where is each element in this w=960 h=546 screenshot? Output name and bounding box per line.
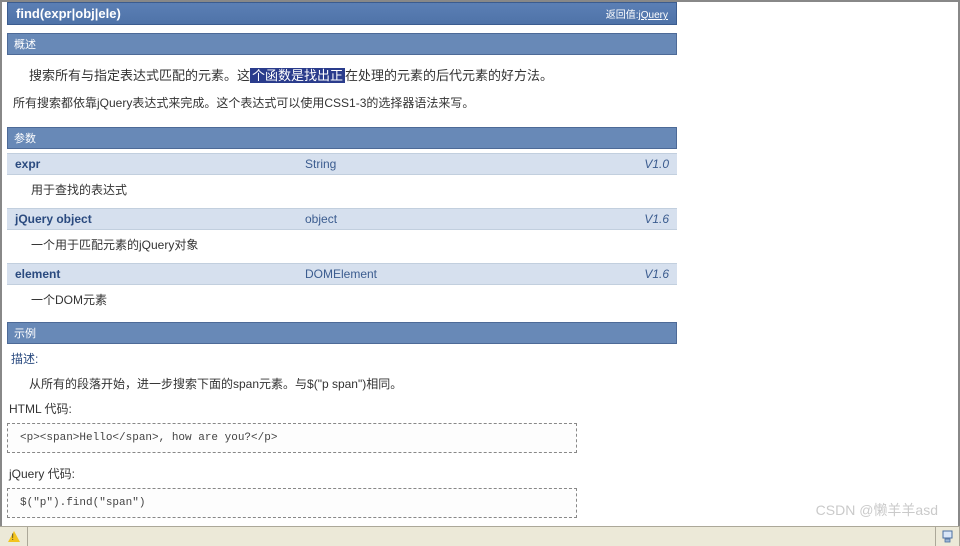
status-bar [0,526,960,546]
jquery-code-block: $("p").find("span") [7,488,577,518]
return-type-link[interactable]: jQuery [639,10,668,21]
param-name: expr [15,157,305,171]
computer-icon [942,530,953,543]
param-version: V1.6 [619,212,669,226]
section-example: 示例 [7,322,677,344]
jquery-code-label: jQuery 代码: [7,461,677,486]
status-security-icon[interactable] [936,527,960,546]
api-title-bar: find(expr|obj|ele) 返回值:jQuery [7,2,677,25]
param-desc: 用于查找的表达式 [7,175,677,204]
param-name: jQuery object [15,212,305,226]
doc-content: find(expr|obj|ele) 返回值:jQuery 概述 搜索所有与指定… [2,2,682,526]
param-type: object [305,212,619,226]
highlighted-text: 个函数是找出正 [250,68,345,83]
param-version: V1.0 [619,157,669,171]
api-signature: find(expr|obj|ele) [16,6,121,21]
param-type: String [305,157,619,171]
param-name: element [15,267,305,281]
overview-main: 搜索所有与指定表达式匹配的元素。这个函数是找出正在处理的元素的后代元素的好方法。 [7,55,677,90]
browser-viewport: find(expr|obj|ele) 返回值:jQuery 概述 搜索所有与指定… [0,0,960,526]
section-overview: 概述 [7,33,677,55]
param-row: element DOMElement V1.6 [7,263,677,285]
param-version: V1.6 [619,267,669,281]
param-type: DOMElement [305,267,619,281]
param-row: jQuery object object V1.6 [7,208,677,230]
status-warning-icon[interactable] [0,527,28,546]
html-code-label: HTML 代码: [7,396,677,421]
example-desc-text: 从所有的段落开始，进一步搜索下面的span元素。与$("p span")相同。 [7,369,677,396]
param-desc: 一个DOM元素 [7,285,677,314]
example-desc-label: 描述: [7,344,677,369]
warning-triangle-icon [8,531,20,542]
section-params: 参数 [7,127,677,149]
overview-sub: 所有搜索都依靠jQuery表达式来完成。这个表达式可以使用CSS1-3的选择器语… [7,90,677,119]
param-row: expr String V1.0 [7,153,677,175]
status-text-area [28,527,936,546]
html-code-block: <p><span>Hello</span>, how are you?</p> [7,423,577,453]
param-desc: 一个用于匹配元素的jQuery对象 [7,230,677,259]
watermark: CSDN @懒羊羊asd [816,500,938,520]
return-value: 返回值:jQuery [606,6,668,21]
